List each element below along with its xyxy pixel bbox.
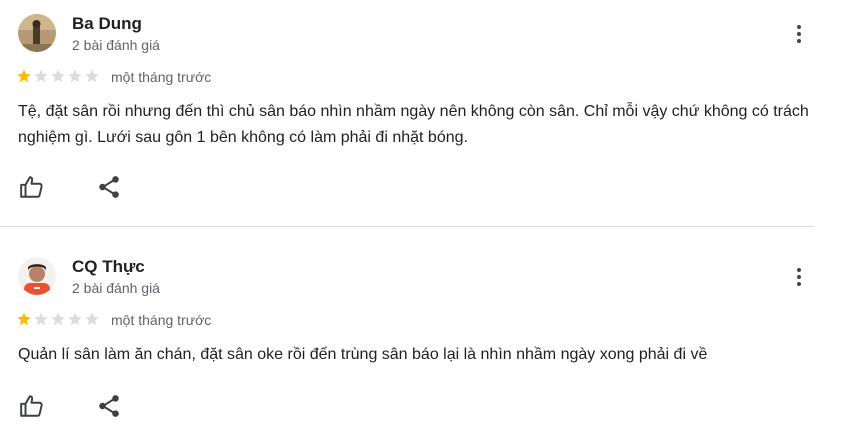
author-name[interactable]: Ba Dung <box>72 14 142 34</box>
star-rating <box>16 68 100 84</box>
review-text: Quản lí sân làm ăn chán, đặt sân oke rồi… <box>18 346 708 363</box>
thumbs-up-icon <box>20 176 43 198</box>
review-time: một tháng trước <box>111 312 212 328</box>
like-button[interactable] <box>19 174 45 200</box>
review-text: Tệ, đặt sân rồi nhưng đến thì chủ sân bá… <box>18 103 809 146</box>
star-empty-icon <box>51 69 65 83</box>
review-count: 2 bài đánh giá <box>72 280 160 296</box>
star-empty-icon <box>34 312 48 326</box>
like-button[interactable] <box>19 393 45 419</box>
star-empty-icon <box>34 69 48 83</box>
share-button[interactable] <box>96 393 122 419</box>
author-name[interactable]: CQ Thực <box>72 257 145 277</box>
review-time: một tháng trước <box>111 69 212 85</box>
more-options-button[interactable] <box>788 265 810 291</box>
thumbs-up-icon <box>20 395 43 417</box>
star-empty-icon <box>85 312 99 326</box>
avatar[interactable] <box>18 257 56 295</box>
divider <box>0 226 814 227</box>
star-empty-icon <box>68 69 82 83</box>
star-empty-icon <box>51 312 65 326</box>
star-empty-icon <box>85 69 99 83</box>
avatar[interactable] <box>18 14 56 52</box>
star-rating <box>16 311 100 327</box>
share-icon <box>99 176 119 198</box>
more-options-button[interactable] <box>788 22 810 48</box>
star-empty-icon <box>68 312 82 326</box>
star-filled-icon <box>17 312 31 326</box>
more-vert-icon <box>797 268 801 272</box>
share-icon <box>99 395 119 417</box>
share-button[interactable] <box>96 174 122 200</box>
review-count: 2 bài đánh giá <box>72 37 160 53</box>
star-filled-icon <box>17 69 31 83</box>
more-vert-icon <box>797 25 801 29</box>
